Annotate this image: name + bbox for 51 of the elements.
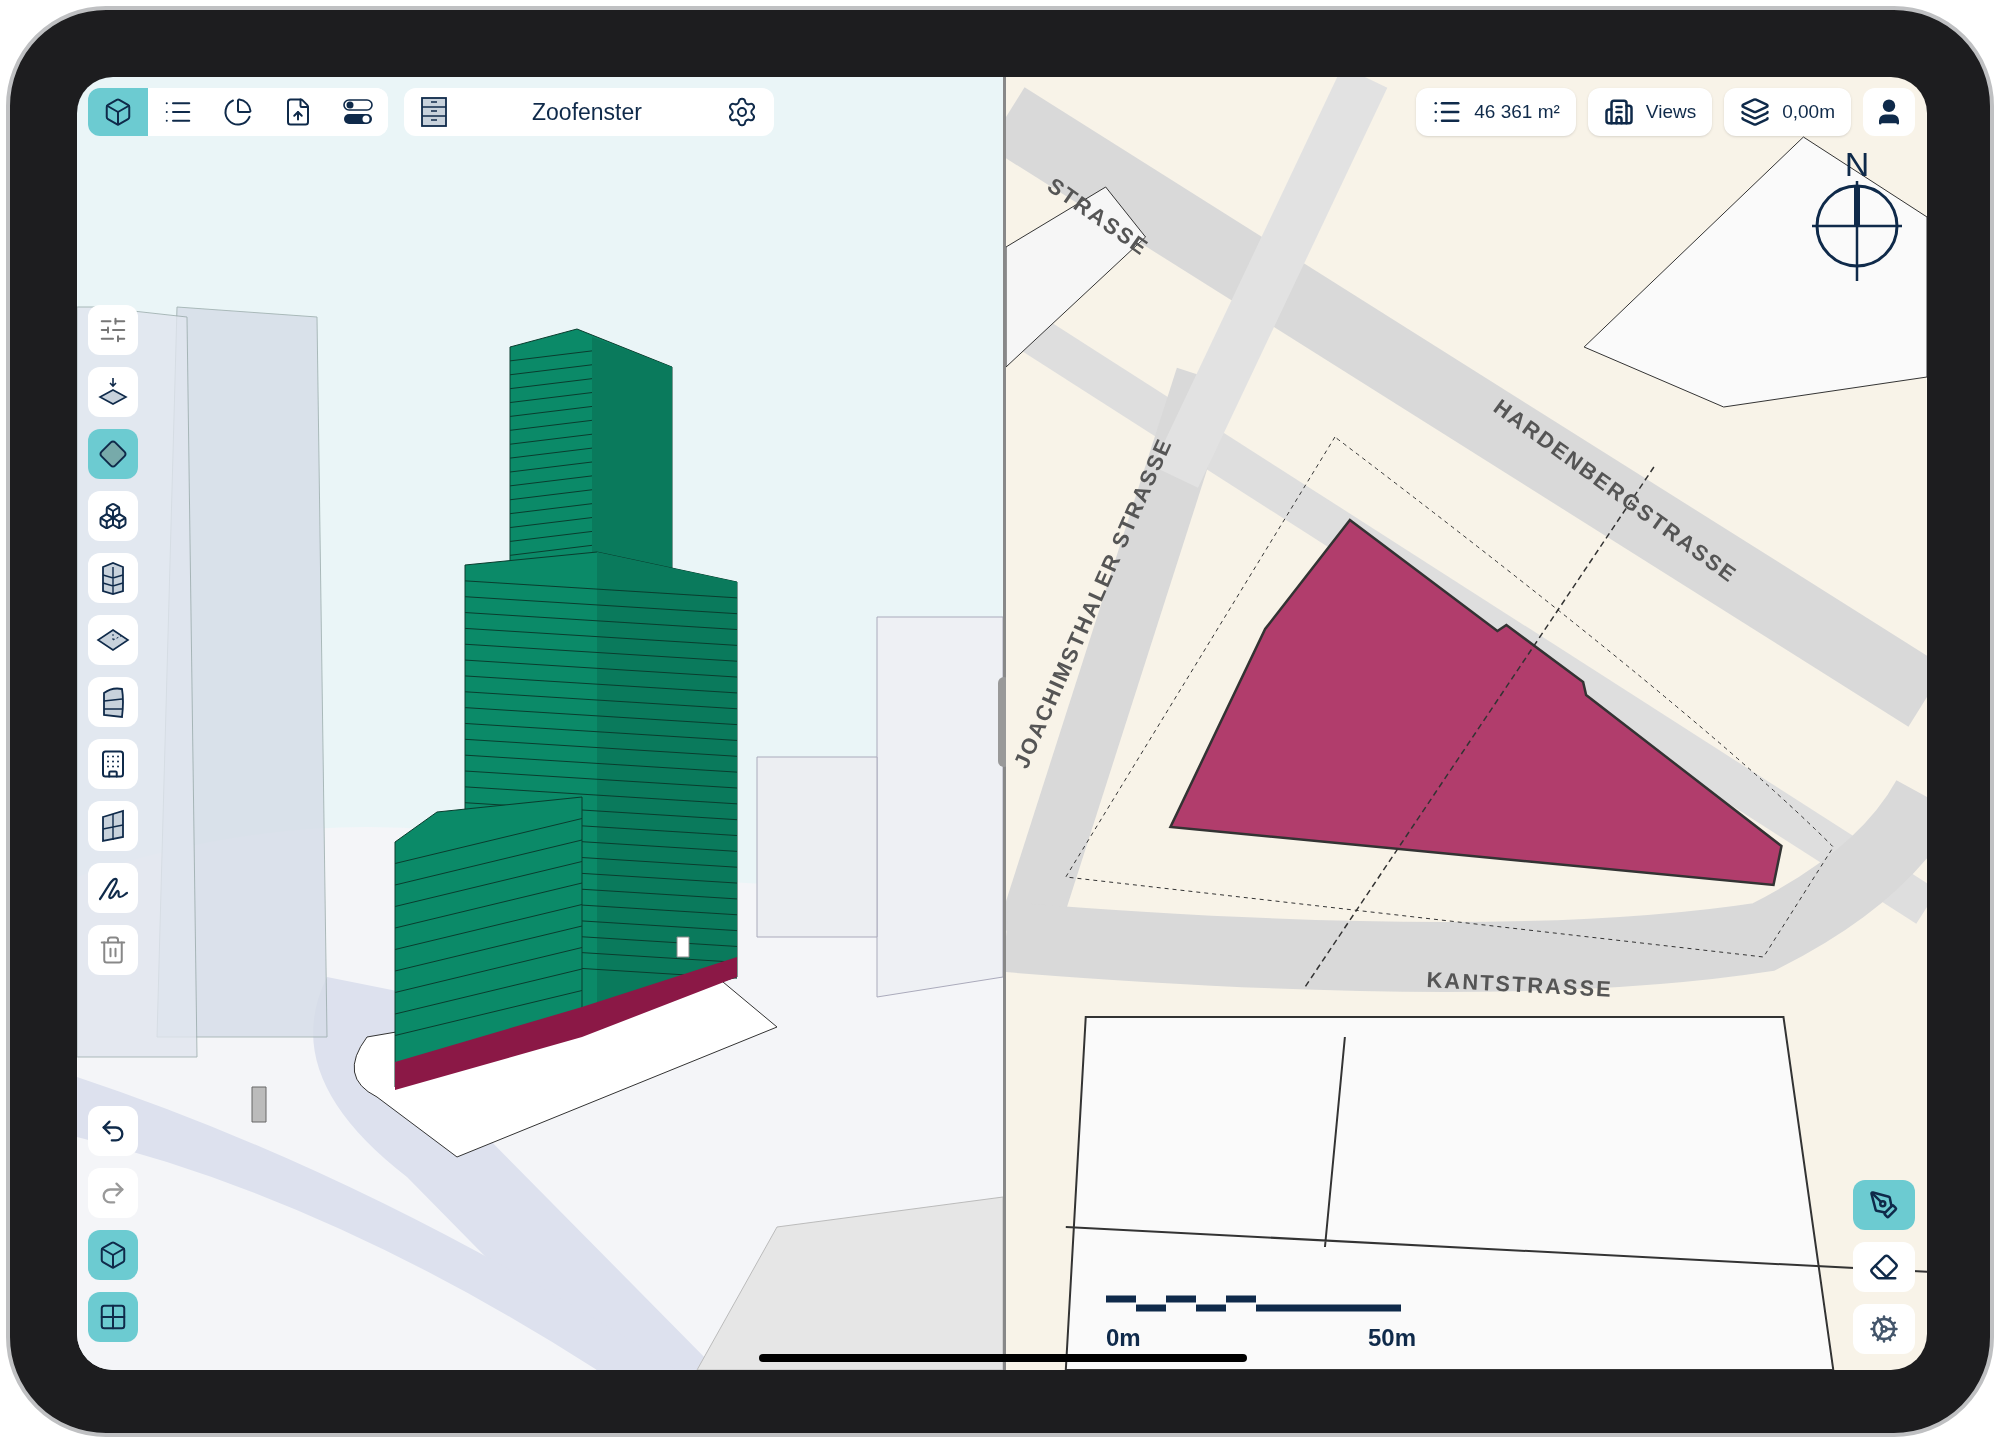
undo-button[interactable]: [88, 1106, 138, 1156]
toggles-icon: [342, 97, 374, 127]
elevation-value: 0,00m: [1782, 99, 1835, 124]
side-tool-button[interactable]: [88, 677, 138, 727]
layers-icon: [1740, 97, 1771, 127]
plan-view-button[interactable]: [88, 1292, 138, 1342]
donut-chart-icon: [223, 97, 253, 127]
settings-button[interactable]: [1853, 1304, 1915, 1354]
street-label: KANTSTRASSE: [1426, 967, 1614, 1002]
elevation-button[interactable]: 0,00m: [1724, 88, 1851, 136]
side-tool-button[interactable]: [88, 739, 138, 789]
pen-button[interactable]: [1853, 1180, 1915, 1230]
scale-end-label: 50m: [1367, 1323, 1416, 1353]
side-tool-button[interactable]: [88, 367, 138, 417]
project-title: Zoofenster: [532, 97, 642, 127]
area-value: 46 361 m²: [1474, 99, 1560, 124]
facade-icon: [99, 809, 127, 843]
eraser-button[interactable]: [1853, 1242, 1915, 1292]
bollard: [676, 936, 690, 958]
curved-block-icon: [100, 685, 126, 719]
plane-drop-icon: [97, 376, 129, 408]
side-tool-button[interactable]: [88, 429, 138, 479]
side-tool-button[interactable]: [88, 615, 138, 665]
cube-icon: [103, 97, 133, 127]
settings-icon[interactable]: [726, 96, 758, 128]
grid-icon: [98, 1302, 128, 1332]
views-label: Views: [1645, 99, 1697, 124]
views-button[interactable]: Views: [1587, 88, 1713, 136]
user-button[interactable]: [1863, 88, 1915, 136]
side-tool-button[interactable]: [88, 491, 138, 541]
side-tool-button[interactable]: [88, 863, 138, 913]
3d-view-button[interactable]: [88, 1230, 138, 1280]
compass-north-label: N: [1844, 147, 1870, 181]
pen-nib-icon: [1869, 1190, 1899, 1220]
building-block-icon: [99, 561, 127, 595]
cabinet-icon: [420, 96, 448, 128]
side-tool-button[interactable]: [88, 801, 138, 851]
scale-start-label: 0m: [1106, 1323, 1141, 1353]
gears-icon: [1869, 1314, 1899, 1344]
toolbar-button[interactable]: [88, 88, 148, 136]
side-tool-button[interactable]: [88, 553, 138, 603]
sliders-icon: [98, 315, 128, 345]
plane-grid-icon: [96, 628, 130, 652]
trash-icon: [98, 935, 128, 965]
building-icon: [1603, 97, 1634, 127]
bollard: [251, 1086, 267, 1123]
eraser-icon: [1869, 1252, 1899, 1282]
area-chip[interactable]: 46 361 m²: [1416, 88, 1576, 136]
boxes-icon: [98, 501, 128, 531]
plane-icon: [98, 439, 128, 469]
cube-icon: [98, 1240, 128, 1270]
